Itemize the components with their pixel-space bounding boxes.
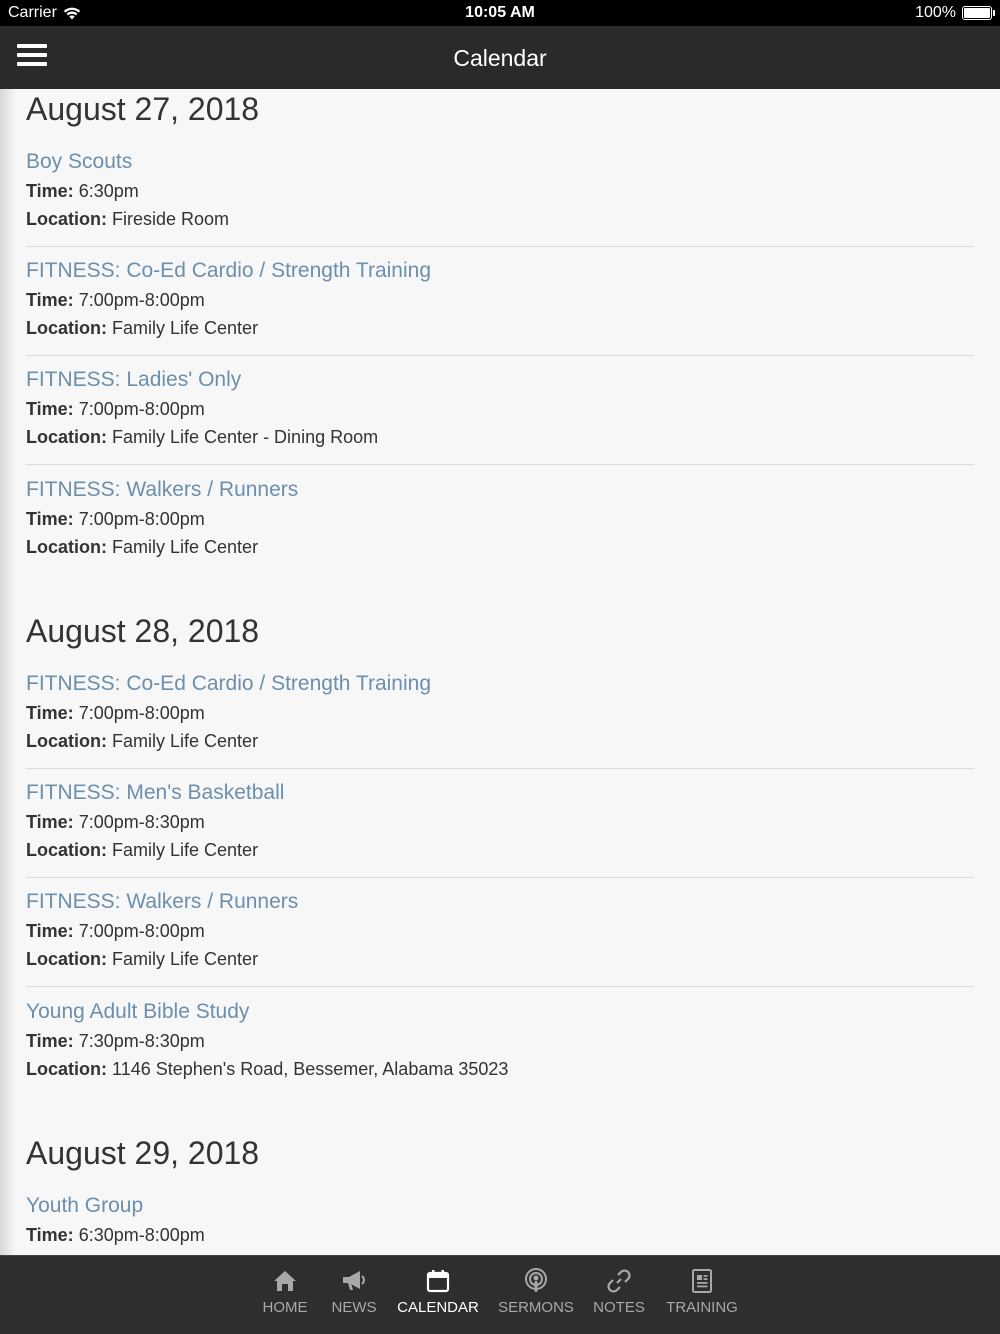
podcast-icon [525,1268,547,1292]
event-location: Location: Family Life Center [26,318,259,338]
battery-percent: 100% [915,4,956,21]
event-title-link[interactable]: Boy Scouts [26,150,132,174]
tab-bar: HOME NEWS CALENDAR SERMONS NOTES TRAININ… [0,1255,1000,1334]
tab-label: CALENDAR [397,1299,479,1316]
event-time: Time: 7:00pm-8:00pm [26,509,205,529]
divider [26,355,974,356]
event-item[interactable]: Boy Scouts Time: 6:30pm Location: Firesi… [26,150,974,230]
event-item[interactable]: FITNESS: Men's Basketball Time: 7:00pm-8… [26,781,974,861]
divider [26,246,974,247]
event-time: Time: 7:00pm-8:00pm [26,921,205,941]
event-time: Time: 7:00pm-8:00pm [26,399,205,419]
event-time: Time: 7:30pm-8:30pm [26,1031,205,1051]
tab-notes[interactable]: NOTES [588,1256,650,1334]
event-time: Time: 6:30pm [26,181,139,201]
document-icon [692,1269,712,1293]
calendar-icon [426,1270,450,1293]
calendar-list[interactable]: August 27, 2018 Boy Scouts Time: 6:30pm … [0,89,1000,1255]
event-location: Location: Fireside Room [26,209,230,229]
event-title-link[interactable]: FITNESS: Co-Ed Cardio / Strength Trainin… [26,259,431,283]
event-title-link[interactable]: Young Adult Bible Study [26,1000,249,1024]
event-item[interactable]: FITNESS: Co-Ed Cardio / Strength Trainin… [26,672,974,752]
event-item[interactable]: FITNESS: Ladies' Only Time: 7:00pm-8:00p… [26,368,974,448]
event-time: Time: 7:00pm-8:00pm [26,703,205,723]
nav-bar: Calendar [0,26,1000,89]
tab-training[interactable]: TRAINING [662,1256,742,1334]
tab-label: HOME [262,1299,308,1316]
event-title-link[interactable]: FITNESS: Walkers / Runners [26,890,298,914]
event-title-link[interactable]: FITNESS: Co-Ed Cardio / Strength Trainin… [26,672,431,696]
divider [26,986,974,987]
event-location: Location: Family Life Center [26,840,259,860]
tab-news[interactable]: NEWS [324,1256,384,1334]
event-title-link[interactable]: Youth Group [26,1194,143,1218]
event-title-link[interactable]: FITNESS: Ladies' Only [26,368,241,392]
day-heading: August 29, 2018 [26,1135,260,1171]
home-icon [274,1271,296,1291]
event-location: Location: Family Life Center [26,731,259,751]
event-item[interactable]: FITNESS: Walkers / Runners Time: 7:00pm-… [26,478,974,558]
divider [26,464,974,465]
event-location: Location: 1146 Stephen's Road, Bessemer,… [26,1059,509,1079]
event-location: Location: Family Life Center [26,949,259,969]
tab-calendar[interactable]: CALENDAR [393,1256,483,1334]
event-title-link[interactable]: FITNESS: Men's Basketball [26,781,284,805]
event-item[interactable]: Young Adult Bible Study Time: 7:30pm-8:3… [26,1000,974,1080]
divider [26,877,974,878]
tab-label: NOTES [593,1299,645,1316]
tab-label: NEWS [331,1299,377,1316]
tab-label: SERMONS [498,1299,574,1316]
event-item[interactable]: FITNESS: Walkers / Runners Time: 7:00pm-… [26,890,974,970]
event-time: Time: 7:00pm-8:30pm [26,812,205,832]
event-location: Location: Family Life Center [26,537,259,557]
battery-icon [962,6,995,20]
battery-status: 100% [915,4,995,22]
event-time: Time: 6:30pm-8:00pm [26,1225,205,1245]
event-title-link[interactable]: FITNESS: Walkers / Runners [26,478,298,502]
event-item[interactable]: Youth Group Time: 6:30pm-8:00pm [26,1194,974,1246]
event-item[interactable]: FITNESS: Co-Ed Cardio / Strength Trainin… [26,259,974,339]
tab-sermons[interactable]: SERMONS [494,1256,578,1334]
page-title: Calendar [453,45,547,71]
event-location: Location: Family Life Center - Dining Ro… [26,427,379,447]
clock: 10:05 AM [465,4,535,21]
status-bar: Carrier 10:05 AM 100% [0,0,1000,26]
day-heading: August 27, 2018 [26,91,260,127]
megaphone-icon [343,1271,365,1290]
link-icon [607,1269,631,1293]
tab-label: TRAINING [666,1299,738,1316]
divider [26,768,974,769]
tab-home[interactable]: HOME [255,1256,315,1334]
day-heading: August 28, 2018 [26,613,260,649]
event-time: Time: 7:00pm-8:00pm [26,290,205,310]
